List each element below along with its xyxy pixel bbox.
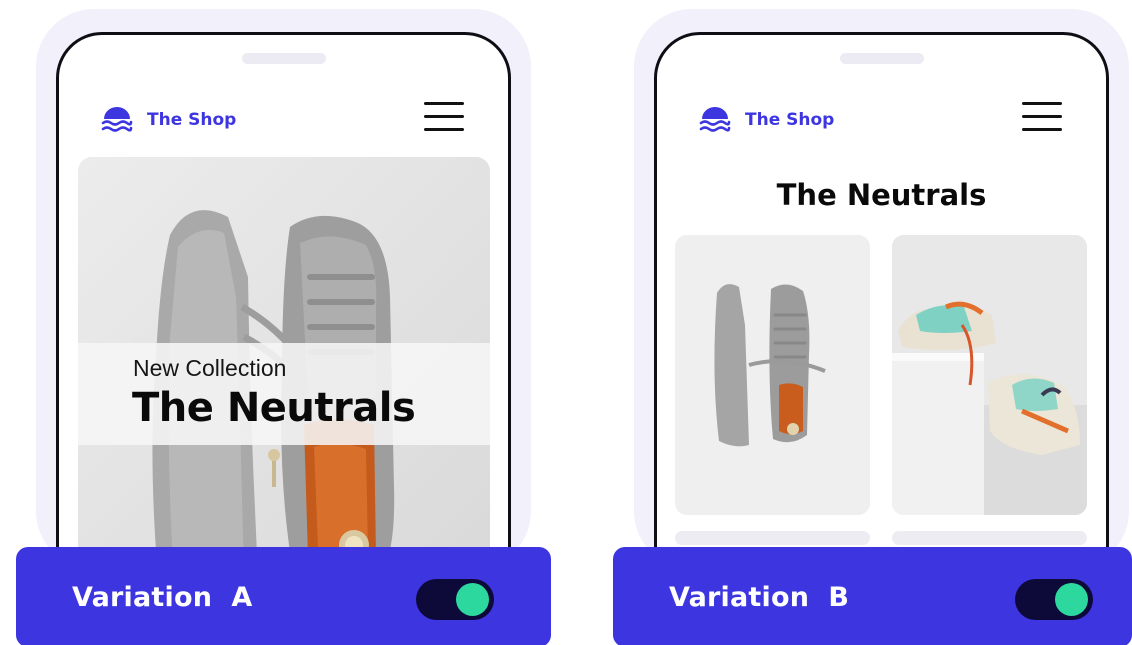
brand-logo[interactable]: The Shop [101, 107, 236, 133]
phone-mockup-a: The Shop New Collection The Neutrals [56, 32, 511, 592]
card-caption-placeholder [892, 531, 1087, 545]
grey-sneakers-photo [675, 235, 870, 515]
brand-name: The Shop [147, 110, 237, 130]
variation-b-bar[interactable]: Variation B [613, 547, 1132, 645]
phone-mockup-b: The Shop The Neutrals [654, 32, 1109, 592]
page-title: The Neutrals [776, 178, 987, 212]
phone-notch [839, 53, 924, 64]
product-card[interactable] [892, 235, 1087, 515]
variation-a-toggle[interactable] [416, 579, 494, 620]
brand-name: The Shop [745, 110, 835, 130]
card-caption-placeholder [675, 531, 870, 545]
hero-title: The Neutrals [132, 385, 416, 431]
hamburger-menu-icon[interactable] [1022, 102, 1062, 132]
hero-banner[interactable]: New Collection The Neutrals [78, 157, 490, 577]
hamburger-menu-icon[interactable] [424, 102, 464, 132]
toggle-knob [456, 583, 489, 616]
variation-label: Variation B [669, 581, 850, 613]
hero-subtitle: New Collection [133, 355, 287, 381]
waves-logo-icon [101, 107, 133, 132]
toggle-knob [1055, 583, 1088, 616]
colorful-sneakers-photo [892, 235, 1087, 515]
brand-logo[interactable]: The Shop [699, 107, 834, 133]
variation-b-toggle[interactable] [1015, 579, 1093, 620]
phone-notch [241, 53, 326, 64]
product-card[interactable] [675, 235, 870, 515]
variation-a-bar[interactable]: Variation A [16, 547, 551, 645]
variation-label: Variation A [72, 581, 253, 613]
waves-logo-icon [699, 107, 731, 132]
